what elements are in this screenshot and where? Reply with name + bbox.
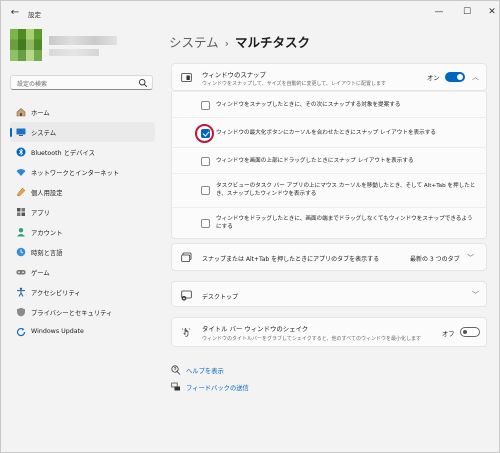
search-input[interactable]: 設定の検索 [10,75,153,90]
snap-toggle-label: オン [427,75,440,82]
sidebar-item-label: Bluetooth とデバイス [31,150,95,157]
close-button[interactable]: ✕ [484,5,500,19]
tabs-icon [181,252,192,262]
snap-option-checkbox[interactable] [201,129,210,138]
sidebar-item-home[interactable]: ホーム [10,102,155,122]
snap-option-checkbox[interactable] [201,101,210,110]
snap-option-checkbox[interactable] [201,219,210,228]
accessibility-icon [17,287,25,297]
search-icon [138,78,148,88]
alttab-card[interactable]: スナップまたは Alt+Tab を押したときにアプリのタブを表示する 最新の 3… [171,243,487,271]
snap-windows-card[interactable]: ウィンドウのスナップ ウィンドウをスナップして、サイズを自動的に変更して、レイア… [171,63,487,91]
snap-option-checkbox[interactable] [201,186,210,195]
sidebar-item-accessibility[interactable]: アクセシビリティ [10,282,155,302]
desktop-add-icon [181,290,192,301]
snap-option-row[interactable]: ウィンドウの最大化ボタンにカーソルを合わせたときにスナップ レイアウトを表示する [171,117,487,147]
search-placeholder: 設定の検索 [17,81,48,88]
sidebar-item-account[interactable]: アカウント [10,222,155,242]
help-link-text[interactable]: ヘルプを表示 [186,366,224,375]
snap-option-row[interactable]: ウィンドウをドラッグしたときに、画面の端までドラッグしなくてもウィンドウをスナッ… [171,207,487,239]
snap-window-icon [181,73,192,82]
shake-toggle[interactable] [460,327,480,337]
sidebar-item-privacy[interactable]: プライバシーとセキュリティ [10,302,155,322]
back-button[interactable]: ← [9,7,21,19]
snap-option-label: ウィンドウをドラッグしたときに、画面の端までドラッグしなくてもウィンドウをスナッ… [216,216,473,230]
sidebar-item-label: Windows Update [31,328,84,335]
desktops-card[interactable]: デスクトップ ﹀ [171,281,487,307]
sidebar-item-gaming[interactable]: ゲーム [10,262,155,282]
shake-icon [181,328,191,337]
sidebar-item-bluetooth[interactable]: Bluetooth とデバイス [10,142,155,162]
sidebar-item-time-language[interactable]: 時刻と言語 [10,242,155,262]
sidebar-item-apps[interactable]: アプリ [10,202,155,222]
page-title: マルチタスク [235,35,311,50]
snap-title: ウィンドウのスナップ [202,71,266,79]
minimize-button[interactable]: — [431,5,447,19]
network-icon [16,169,26,176]
apps-icon [17,208,25,216]
snap-option-label: ウィンドウを画面の上部にドラッグしたときにスナップ レイアウトを表示する [216,158,414,164]
gaming-icon [16,270,26,275]
sidebar-item-label: アカウント [31,230,63,237]
avatar[interactable] [10,29,42,61]
sidebar-item-label: システム [31,130,56,137]
bluetooth-icon [16,147,26,157]
shake-toggle-label: オフ [442,331,455,338]
sidebar-item-label: プライバシーとセキュリティ [31,310,113,317]
feedback-link-text[interactable]: フィードバックの送信 [186,383,249,392]
snap-option-row[interactable]: ウィンドウを画面の上部にドラッグしたときにスナップ レイアウトを表示する [171,147,487,173]
breadcrumb-separator: › [224,37,230,50]
maximize-button[interactable]: ☐ [459,5,475,19]
sidebar-item-label: ホーム [31,110,50,117]
snap-option-label: タスクビューのタスク バー アプリの上にマウス カーソルを移動したとき、そして … [216,183,476,197]
shake-subtitle: ウィンドウのタイトルバーをグラブしてシェイクすると、他のすべてのウィンドウを最小… [202,336,422,342]
help-icon [171,365,181,375]
personalization-icon [17,187,26,197]
profile-email-redacted [49,49,99,56]
settings-window: ← 設定 — ☐ ✕ 設定の検索 ホーム システム Bluetooth とデバイ… [0,0,500,453]
account-icon [17,228,25,237]
sidebar-item-system[interactable]: システム [10,122,155,142]
sidebar-nav: ホーム システム Bluetooth とデバイス ネットワークとインターネット [10,102,155,342]
desktops-title: デスクトップ [202,294,239,301]
snap-option-row[interactable]: ウィンドウをスナップしたときに、その次にスナップする対象を提案する [171,91,487,117]
home-icon [16,108,26,117]
system-icon [16,128,26,136]
sidebar-item-label: アプリ [31,210,50,217]
alttab-title: スナップまたは Alt+Tab を押したときにアプリのタブを表示する [202,256,380,263]
privacy-icon [17,307,25,317]
title-bar: ← 設定 — ☐ ✕ [1,1,499,25]
sidebar-item-label: アクセシビリティ [31,290,81,297]
chevron-up-icon[interactable]: ︿ [472,72,479,82]
breadcrumb-parent[interactable]: システム [169,35,219,50]
snap-subtitle: ウィンドウをスナップして、サイズを自動的に変更して、レイアウトに配置します [202,81,387,87]
sidebar-item-personalization[interactable]: 個人用設定 [10,182,155,202]
feedback-icon [171,382,180,391]
snap-option-checkbox[interactable] [201,157,210,166]
snap-option-label: ウィンドウをスナップしたときに、その次にスナップする対象を提案する [216,102,401,108]
breadcrumb: システム › マルチタスク [169,32,310,51]
windows-update-icon [16,327,26,337]
snap-option-label: ウィンドウの最大化ボタンにカーソルを合わせたときにスナップ レイアウトを表示する [216,130,436,136]
chevron-down-icon[interactable]: ﹀ [467,253,474,263]
sidebar-item-label: 時刻と言語 [31,250,63,257]
shake-title: タイトル バー ウィンドウのシェイク [202,325,309,333]
sidebar-item-label: ゲーム [31,270,50,277]
chevron-down-icon[interactable]: ﹀ [472,290,479,300]
snap-toggle[interactable] [445,72,465,82]
sidebar-item-windows-update[interactable]: Windows Update [10,322,155,342]
shake-card[interactable]: タイトル バー ウィンドウのシェイク ウィンドウのタイトルバーをグラブしてシェイ… [171,317,487,347]
app-title: 設定 [28,11,41,19]
profile-name-redacted [49,36,117,45]
sidebar-item-label: ネットワークとインターネット [31,170,120,177]
alttab-dropdown[interactable]: 最新の 3 つのタブ [410,254,460,263]
sidebar-item-network[interactable]: ネットワークとインターネット [10,162,155,182]
time-language-icon [16,247,26,257]
snap-option-row[interactable]: タスクビューのタスク バー アプリの上にマウス カーソルを移動したとき、そして … [171,173,487,207]
sidebar-item-label: 個人用設定 [31,190,63,197]
